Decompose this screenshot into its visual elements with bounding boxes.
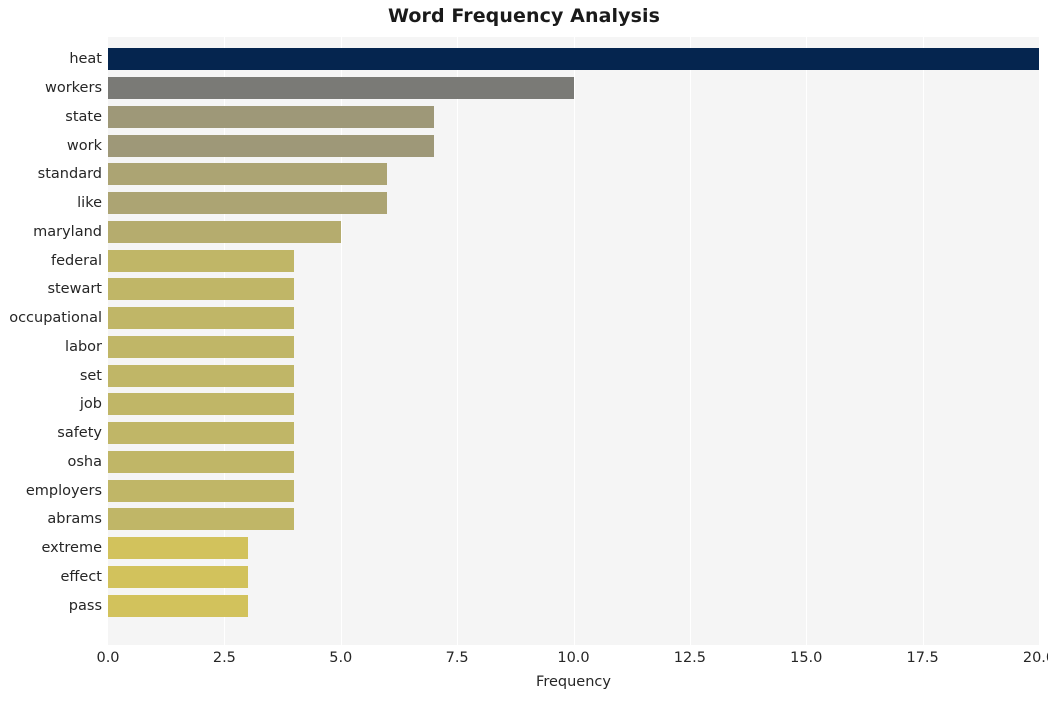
bar[interactable] [108,163,388,186]
bar[interactable] [108,450,295,473]
plot-area [108,37,1040,645]
y-axis-tick-label: set [79,367,102,384]
bar[interactable] [108,537,248,560]
bar-row[interactable] [108,537,1039,560]
bar[interactable] [108,48,1039,71]
bar-row[interactable] [108,307,1039,330]
bar-row[interactable] [108,393,1039,416]
bar-row[interactable] [108,594,1039,617]
y-axis-tick-label: safety [57,425,102,442]
bar-row[interactable] [108,479,1039,502]
y-axis-tick-label: heat [69,51,102,68]
bar-row[interactable] [108,48,1039,71]
bar-row[interactable] [108,335,1039,358]
x-axis-tick-label: 5.0 [329,650,353,666]
y-axis-tick-label: job [79,396,102,413]
y-axis-tick-label: workers [44,80,102,97]
y-axis-tick-label: abrams [47,511,102,528]
bar-row[interactable] [108,249,1039,272]
y-axis-tick-label: maryland [33,223,102,240]
bar[interactable] [108,220,341,243]
y-axis-tick-label: federal [50,252,102,269]
y-axis-tick-label: labor [65,338,102,355]
word-frequency-chart-figure: Word Frequency Analysis heat workers state… [0,0,1048,701]
bar-row[interactable] [108,163,1039,186]
y-axis-tick-labels: heat workers state work standard like maryland… [0,37,102,645]
bars-layer [108,37,1039,645]
x-axis-tick-label: 2.5 [212,650,236,666]
bar[interactable] [108,77,574,100]
bar-row[interactable] [108,565,1039,588]
bar[interactable] [108,335,295,358]
bar-row[interactable] [108,134,1039,157]
bar-row[interactable] [108,508,1039,531]
bar[interactable] [108,249,295,272]
bar-row[interactable] [108,77,1039,100]
x-axis-tick-label: 10.0 [557,650,590,666]
x-axis-tick-label: 7.5 [445,650,469,666]
y-axis-tick-label: standard [37,166,102,183]
y-axis-tick-label: state [65,108,102,125]
x-axis-tick-label: 20.0 [1022,650,1048,666]
x-axis-tick-label: 0.0 [96,650,120,666]
y-axis-tick-label: pass [68,597,102,614]
bar[interactable] [108,192,388,215]
bar-row[interactable] [108,220,1039,243]
bar[interactable] [108,479,295,502]
y-axis-tick-label: stewart [47,281,102,298]
bar[interactable] [108,307,295,330]
y-axis-tick-label: osha [67,453,102,470]
bar-row[interactable] [108,364,1039,387]
y-axis-tick-label: effect [60,568,103,585]
y-axis-tick-label: like [77,195,102,212]
bar-row[interactable] [108,278,1039,301]
x-axis-tick-labels: 0.0 2.5 5.0 7.5 10.0 12.5 15.0 17.5 20.0 [96,650,1048,672]
y-axis-tick-label: extreme [41,540,102,557]
bar[interactable] [108,134,434,157]
bar-row[interactable] [108,192,1039,215]
bar-row[interactable] [108,450,1039,473]
x-axis-tick-label: 12.5 [673,650,707,666]
gridline [1039,37,1040,645]
bar[interactable] [108,594,248,617]
y-axis-tick-label: occupational [9,310,102,327]
bar[interactable] [108,508,295,531]
bar[interactable] [108,278,295,301]
y-axis-tick-label: work [66,137,102,154]
y-axis-tick-label: employers [25,482,102,499]
bar[interactable] [108,105,434,128]
bar-row[interactable] [108,105,1039,128]
x-axis-title: Frequency [536,674,611,690]
bar[interactable] [108,422,295,445]
bar[interactable] [108,364,295,387]
bar-row[interactable] [108,422,1039,445]
bar[interactable] [108,565,248,588]
bar[interactable] [108,393,295,416]
x-axis-tick-label: 17.5 [906,650,939,666]
chart-title: Word Frequency Analysis [387,5,661,27]
x-axis-tick-label: 15.0 [790,650,823,666]
